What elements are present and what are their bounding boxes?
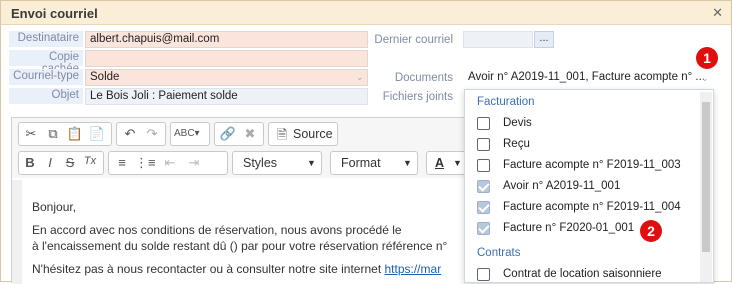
- courriel-type-label: Courriel-type: [9, 69, 83, 85]
- paste-text-icon[interactable]: 📄: [88, 126, 106, 142]
- source-button[interactable]: 🗎 Source: [268, 122, 338, 146]
- dernier-courriel-label: Dernier courriel: [374, 34, 453, 46]
- bullet-list-icon[interactable]: ⋮≡: [135, 155, 156, 171]
- rich-text-editor: ✂ ⧉ 📋 📄 ↶ ↷ ABC▾ 🔗 ✖ 🗎 Source B I S Tx ≡…: [11, 117, 471, 284]
- dropdown-scrollbar[interactable]: [700, 92, 712, 282]
- checkbox[interactable]: [477, 268, 490, 281]
- dropdown-item-label: Devis: [503, 117, 532, 129]
- body-line-3-text: N'hésitez pas à nous recontacter ou à co…: [32, 262, 385, 276]
- numbered-list-icon[interactable]: ≡: [113, 155, 131, 170]
- dropdown-item-label: Facture acompte n° F2019-11_004: [503, 201, 681, 213]
- group-heading-facturation: Facturation: [477, 96, 535, 108]
- dialog-title: Envoi courriel: [11, 6, 98, 21]
- unlink-icon[interactable]: ✖: [241, 126, 259, 142]
- format-select[interactable]: Format ▼: [330, 151, 418, 175]
- strikethrough-icon[interactable]: S: [61, 155, 79, 170]
- undo-icon[interactable]: ↶: [121, 126, 139, 142]
- dropdown-item-label: Facture n° F2020-01_001: [503, 222, 635, 234]
- editor-toolbar-row1: ✂ ⧉ 📋 📄 ↶ ↷ ABC▾ 🔗 ✖ 🗎 Source: [12, 118, 470, 148]
- objet-field[interactable]: Le Bois Joli : Paiement solde: [85, 88, 368, 105]
- documents-dropdown: Facturation Devis Reçu Facture acompte n…: [464, 89, 714, 283]
- group-heading-contrats: Contrats: [477, 247, 521, 259]
- clear-format-icon[interactable]: Tx: [81, 155, 99, 167]
- annotation-badge-1: 1: [696, 47, 718, 69]
- documents-select[interactable]: Avoir n° A2019-11_001, Facture acompte n…: [463, 69, 711, 86]
- dropdown-item-label: Avoir n° A2019-11_001: [503, 180, 621, 192]
- scrollbar-thumb[interactable]: [702, 102, 710, 252]
- editor-content-area[interactable]: Bonjour, En accord avec nos conditions d…: [12, 180, 470, 284]
- dernier-courriel-button[interactable]: ...: [534, 31, 554, 48]
- objet-label: Objet: [9, 88, 83, 104]
- dropdown-item-avoir-001[interactable]: Avoir n° A2019-11_001: [477, 178, 697, 196]
- styles-chevron-icon: ▼: [307, 158, 316, 168]
- indent-icon[interactable]: ⇥: [185, 155, 203, 171]
- format-label: Format: [341, 156, 381, 170]
- dropdown-item-facture-001[interactable]: Facture n° F2020-01_001: [477, 220, 697, 238]
- source-icon: 🗎: [276, 127, 288, 142]
- courriel-type-select[interactable]: Solde: [85, 69, 368, 86]
- outdent-icon[interactable]: ⇤: [161, 155, 179, 171]
- documents-label: Documents: [394, 72, 453, 84]
- dernier-courriel-field: [463, 31, 533, 48]
- dropdown-item-label: Reçu: [503, 138, 530, 150]
- bold-icon[interactable]: B: [21, 155, 39, 170]
- checkbox-checked[interactable]: [477, 180, 490, 193]
- checkbox[interactable]: [477, 159, 490, 172]
- font-color-button[interactable]: A ▼: [426, 151, 466, 175]
- editor-toolbar-row2: B I S Tx ≡ ⋮≡ ⇤ ⇥ Styles ▼ Format ▼ A ▼: [12, 148, 470, 178]
- editor-page[interactable]: Bonjour, En accord avec nos conditions d…: [22, 180, 470, 284]
- body-line-2: à l'encaissement du solde restant dû () …: [32, 239, 448, 253]
- dropdown-item-facture-acompte-003[interactable]: Facture acompte n° F2019-11_003: [477, 157, 697, 175]
- dropdown-item-label: Contrat de location saisonniere: [503, 268, 662, 280]
- checkbox-checked[interactable]: [477, 222, 490, 235]
- dropdown-item-label: Facture acompte n° F2019-11_003: [503, 159, 681, 171]
- text-format-group: B I S Tx: [18, 151, 104, 175]
- clipboard-group: ✂ ⧉ 📋 📄: [18, 122, 112, 146]
- body-line-1: En accord avec nos conditions de réserva…: [32, 223, 402, 237]
- dropdown-item-contrat-location[interactable]: Contrat de location saisonniere: [477, 266, 697, 284]
- paste-icon[interactable]: 📋: [66, 126, 84, 142]
- annotation-badge-2: 2: [640, 220, 662, 242]
- font-color-icon: A: [435, 156, 445, 170]
- redo-icon[interactable]: ↷: [143, 126, 161, 142]
- link-icon[interactable]: 🔗: [219, 126, 237, 142]
- dropdown-item-facture-acompte-004[interactable]: Facture acompte n° F2019-11_004: [477, 199, 697, 217]
- checkbox-checked[interactable]: [477, 201, 490, 214]
- close-icon[interactable]: ✕: [712, 5, 723, 21]
- fichiers-joints-label: Fichiers joints: [382, 91, 453, 103]
- copie-cachee-field[interactable]: [85, 50, 368, 67]
- styles-label: Styles: [243, 156, 278, 170]
- destinataire-label: Destinataire: [9, 31, 83, 47]
- body-line-3: N'hésitez pas à nous recontacter ou à co…: [32, 262, 441, 276]
- email-dialog: Envoi courriel ✕ Destinataire Copie cach…: [0, 0, 732, 284]
- font-color-chevron-icon: ▼: [453, 158, 462, 168]
- list-indent-group: ≡ ⋮≡ ⇤ ⇥: [108, 151, 228, 175]
- format-chevron-icon: ▼: [403, 158, 412, 168]
- checkbox[interactable]: [477, 138, 490, 151]
- destinataire-field[interactable]: albert.chapuis@mail.com: [85, 31, 368, 48]
- cut-icon[interactable]: ✂: [22, 126, 40, 142]
- copy-icon[interactable]: ⧉: [44, 126, 62, 142]
- styles-select[interactable]: Styles ▼: [232, 151, 322, 175]
- dropdown-item-recu[interactable]: Reçu: [477, 136, 697, 154]
- dropdown-item-devis[interactable]: Devis: [477, 115, 697, 133]
- dialog-titlebar: Envoi courriel ✕: [1, 1, 731, 25]
- italic-icon[interactable]: I: [41, 155, 59, 170]
- copie-cachee-label: Copie cachée: [9, 50, 83, 75]
- undo-redo-group: ↶ ↷: [116, 122, 166, 146]
- courriel-type-value: Solde: [90, 71, 120, 83]
- spellcheck-group: ABC▾: [170, 122, 210, 146]
- website-link[interactable]: https://mar: [385, 262, 442, 276]
- greeting-text: Bonjour,: [32, 200, 77, 214]
- spellcheck-icon[interactable]: ABC▾: [174, 128, 200, 139]
- documents-chevron-icon[interactable]: ⌄: [701, 73, 709, 84]
- link-group: 🔗 ✖: [214, 122, 264, 146]
- documents-value: Avoir n° A2019-11_001, Facture acompte n…: [468, 71, 705, 83]
- chevron-down-icon[interactable]: ⌄: [356, 72, 364, 83]
- source-label: Source: [293, 127, 333, 141]
- checkbox[interactable]: [477, 117, 490, 130]
